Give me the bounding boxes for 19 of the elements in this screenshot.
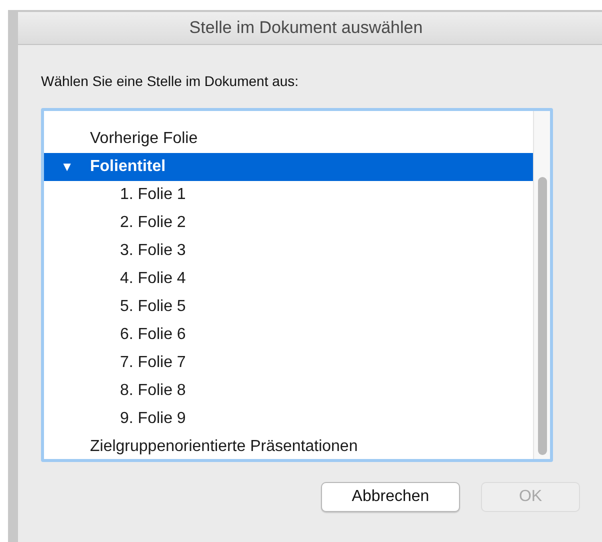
dialog-button[interactable]: Abbrechen (321, 482, 460, 512)
tree-item[interactable]: 8. Folie 8 (44, 377, 533, 405)
tree-item[interactable]: 6. Folie 6 (44, 321, 533, 349)
tree-list[interactable]: Vorherige Folie ▼ Folientitel 1. Folie 1 2. Folie 2 3. Folie 3 4. Folie 4 5. Folie 5 6. Folie 6 7. Folie 7 8. Folie 8 9. Folie 9 Zielgruppenorientierte Präsentationen (41, 108, 553, 462)
tree-item[interactable]: 7. Folie 7 (44, 349, 533, 377)
tree-item[interactable]: 9. Folie 9 (44, 405, 533, 433)
tree-item[interactable]: Vorherige Folie (44, 125, 533, 153)
prompt-label: Wählen Sie eine Stelle im Dokument aus: (41, 72, 300, 91)
tree-item[interactable]: Zielgruppenorientierte Präsentationen (44, 433, 533, 459)
disclosure-triangle[interactable]: ▼ (60, 157, 74, 177)
tree-item[interactable]: 1. Folie 1 (44, 181, 533, 209)
tree-item[interactable]: 2. Folie 2 (44, 209, 533, 237)
window-title: Stelle im Dokument auswählen (189, 17, 423, 40)
scrollbar[interactable] (533, 111, 550, 459)
tree-item[interactable]: 5. Folie 5 (44, 293, 533, 321)
scrollbar-thumb[interactable] (538, 177, 546, 455)
tree-item[interactable]: 4. Folie 4 (44, 265, 533, 293)
tree-item[interactable]: 3. Folie 3 (44, 237, 533, 265)
tree-item[interactable]: ▼ Folientitel (44, 153, 533, 181)
